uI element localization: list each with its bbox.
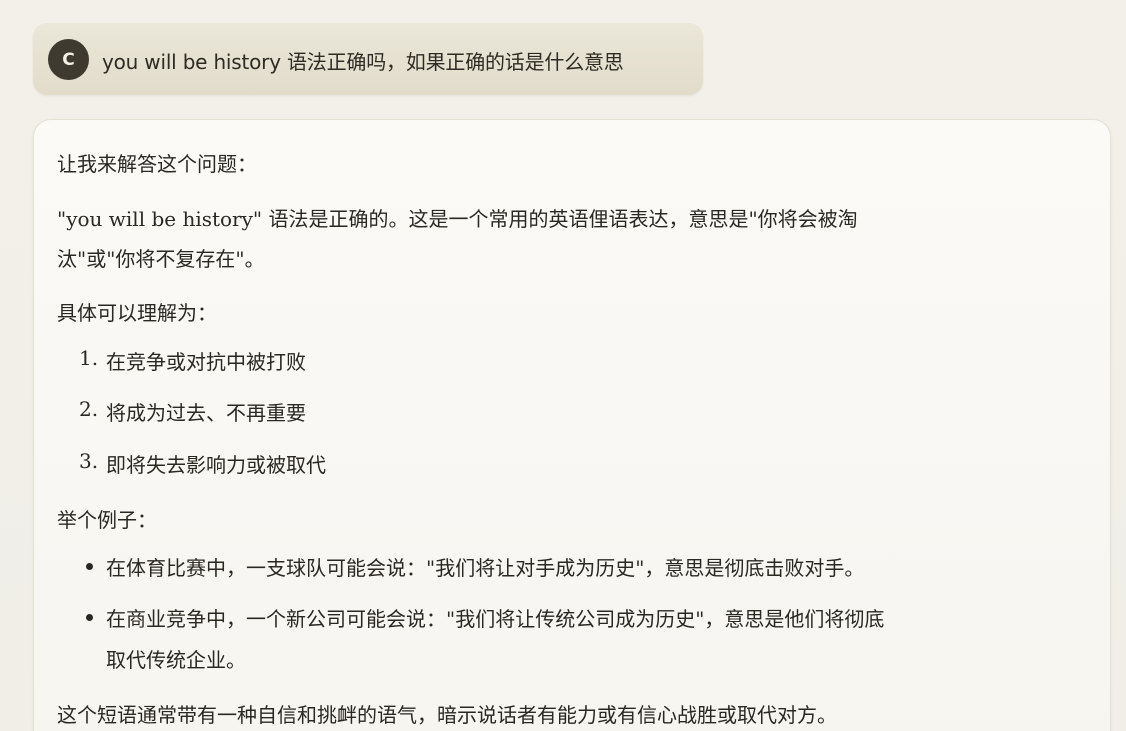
response-answer-line-2: 汰"或"你将不复存在"。 (57, 247, 265, 271)
response-answer-line-1: "you will be history" 语法是正确的。这是一个常用的英语俚语… (57, 207, 858, 231)
bullet-item-text-continued: 取代传统企业。 (106, 648, 246, 672)
bullet-item-text: 在体育比赛中，一支球队可能会说："我们将让对手成为历史"，意思是彻底击败对手。 (106, 556, 865, 580)
response-intro: 让我来解答这个问题： (57, 152, 257, 176)
response-example-heading: 举个例子： (57, 508, 157, 532)
bullet-dot (86, 563, 93, 570)
list-item-text: 即将失去影响力或被取代 (106, 453, 326, 477)
bullet-dot (86, 614, 93, 621)
user-message-bubble: C you will be history 语法正确吗，如果正确的话是什么意思 (33, 23, 703, 95)
bullet-item-text: 在商业竞争中，一个新公司可能会说："我们将让传统公司成为历史"，意思是他们将彻底 (106, 607, 885, 631)
list-item-text: 将成为过去、不再重要 (106, 401, 306, 425)
user-avatar[interactable]: C (48, 39, 89, 80)
list-number: 3. (79, 449, 99, 473)
response-conclusion: 这个短语通常带有一种自信和挑衅的语气，暗示说话者有能力或有信心战胜或取代对方。 (57, 703, 837, 727)
response-specific-heading: 具体可以理解为： (57, 301, 217, 325)
list-item-text: 在竞争或对抗中被打败 (106, 350, 306, 374)
assistant-response-card: 让我来解答这个问题： "you will be history" 语法是正确的。… (33, 119, 1111, 731)
list-number: 1. (79, 346, 99, 370)
user-message-text: you will be history 语法正确吗，如果正确的话是什么意思 (102, 50, 624, 74)
list-number: 2. (79, 397, 99, 421)
chat-page: C you will be history 语法正确吗，如果正确的话是什么意思 … (0, 0, 1126, 731)
